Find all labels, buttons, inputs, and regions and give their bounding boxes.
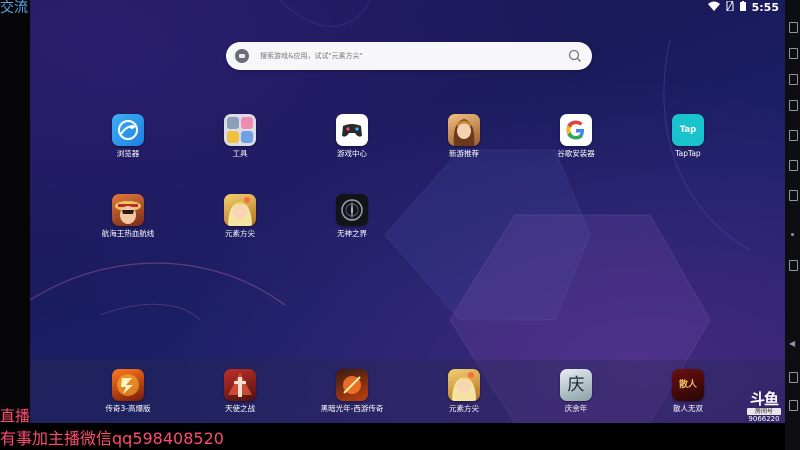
legend3-icon [112, 369, 144, 401]
angel-war-icon [224, 369, 256, 401]
app-sanren-wushuang[interactable]: 散人 散人无双 [648, 369, 728, 414]
qingyunian-icon-text: 庆 [567, 375, 585, 395]
wifi-icon [707, 1, 720, 14]
google-installer-icon [560, 114, 592, 146]
battery-icon [739, 0, 746, 14]
app-taptap[interactable]: Tap TapTap [648, 114, 728, 159]
douyu-logo: 斗鱼 [749, 390, 779, 408]
app-label: 无神之界 [337, 229, 367, 238]
home-button-icon[interactable] [789, 372, 798, 383]
element-spire-icon [448, 369, 480, 401]
back-arrow-icon[interactable]: ◀ [789, 340, 796, 348]
game-center-icon [336, 114, 368, 146]
search-bar[interactable] [226, 42, 592, 70]
app-label: 元素方尖 [225, 229, 255, 238]
app-browser[interactable]: 浏览器 [88, 114, 168, 159]
taptap-icon: Tap [672, 114, 704, 146]
sim-icon [726, 0, 734, 14]
overlay-contact-text: 有事加主播微信qq598408520 [0, 429, 224, 448]
app-qingyunian[interactable]: 庆 庆余年 [536, 369, 616, 414]
app-angel-war[interactable]: 天使之战 [200, 369, 280, 414]
app-label: 浏览器 [116, 149, 140, 158]
search-icon[interactable] [567, 48, 583, 64]
toolbar-keyboard-icon[interactable] [789, 48, 798, 59]
sanren-icon-text: 散人 [678, 380, 697, 390]
app-element-spire[interactable]: 元素方尖 [200, 194, 280, 239]
room-number: 9066220 [748, 415, 780, 423]
app-label: 天使之战 [225, 404, 255, 413]
status-bar: 5:55 [707, 0, 779, 14]
toolbar-settings-icon[interactable] [789, 260, 798, 271]
app-label: 庆余年 [564, 404, 588, 413]
app-label: 元素方尖 [449, 404, 479, 413]
toolbar-folder-icon[interactable] [789, 160, 798, 171]
app-label: 传奇3-高爆版 [105, 404, 151, 413]
recent-apps-icon[interactable] [789, 400, 798, 411]
app-label: 新游推荐 [449, 149, 479, 158]
douyu-watermark: 斗鱼 房间号 9066220 [743, 392, 785, 424]
status-time: 5:55 [751, 0, 779, 14]
room-label: 房间号 [747, 408, 781, 415]
search-input[interactable] [260, 42, 550, 70]
dock: 传奇3-高爆版 天使之战 黑暗光年-西游传奇 元素方尖 庆 庆余年 散人 散人无… [30, 360, 785, 423]
app-label: 游戏中心 [337, 149, 367, 158]
toolbar-apk-icon[interactable] [789, 130, 798, 141]
app-new-games[interactable]: 新游推荐 [424, 114, 504, 159]
app-label: 航海王热血航线 [101, 229, 155, 238]
app-label: TapTap [675, 149, 701, 158]
app-label: 工具 [232, 149, 248, 158]
app-element-spire-dock[interactable]: 元素方尖 [424, 369, 504, 414]
toolbar-screenshot-icon[interactable] [789, 100, 798, 111]
app-google-installer[interactable]: 谷歌安装器 [536, 114, 616, 159]
taptap-icon-text: Tap [679, 125, 697, 135]
browser-icon [112, 114, 144, 146]
sanren-wushuang-icon: 散人 [672, 369, 704, 401]
toolbar-more-icon[interactable] [791, 233, 794, 236]
app-label: 黑暗光年-西游传奇 [320, 404, 384, 413]
overlay-top-left-text: 交流 [0, 0, 28, 16]
app-store-logo-icon [235, 49, 249, 63]
dark-lightyear-icon [336, 369, 368, 401]
element-spire-icon [224, 194, 256, 226]
app-legend3[interactable]: 传奇3-高爆版 [88, 369, 168, 414]
app-tools[interactable]: 工具 [200, 114, 280, 159]
toolbar-fullscreen-icon[interactable] [789, 22, 798, 33]
toolbar-volume-icon[interactable] [789, 74, 798, 85]
app-label: 散人无双 [673, 404, 703, 413]
app-dark-lightyear[interactable]: 黑暗光年-西游传奇 [312, 369, 392, 414]
emulator-screen: 5:55 浏览器 工具 [30, 0, 785, 423]
app-godless-world[interactable]: 无神之界 [312, 194, 392, 239]
one-piece-icon [112, 194, 144, 226]
qingyunian-icon: 庆 [560, 369, 592, 401]
app-one-piece[interactable]: 航海王热血航线 [88, 194, 168, 239]
new-games-icon [448, 114, 480, 146]
overlay-live-text: 直播 [0, 407, 31, 425]
app-game-center[interactable]: 游戏中心 [312, 114, 392, 159]
left-black-strip [0, 0, 30, 450]
tools-folder-icon [224, 114, 256, 146]
emulator-toolbar: ◀ [785, 0, 800, 450]
godless-world-icon [336, 194, 368, 226]
toolbar-shake-icon[interactable] [789, 190, 798, 201]
app-label: 谷歌安装器 [557, 149, 595, 158]
